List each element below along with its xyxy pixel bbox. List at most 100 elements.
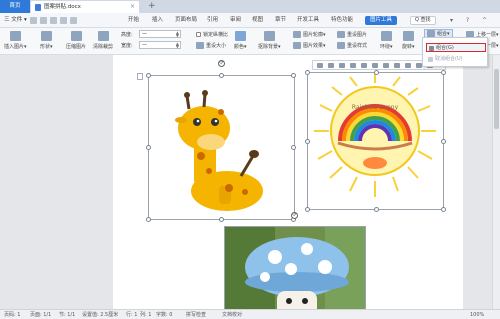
menu-bar: 三 文件 ▾ 开始 插入 页面布局 引用 审阅 视图 章节 开发工具 特色功能 … [0,13,500,28]
menu-section[interactable]: 章节 [275,13,286,28]
giraffe-image[interactable] [148,75,295,220]
color-icon[interactable] [394,63,400,68]
crop-icon [97,31,109,41]
status-word-count: 字数: 0 [156,312,173,318]
resize-handle[interactable] [441,207,446,212]
scrollbar-thumb[interactable] [494,69,499,129]
combine-item-icon [429,46,434,51]
clear-crop-button[interactable]: 清除裁剪 [93,31,113,50]
color-button[interactable]: 颜色▾ [234,31,247,50]
insert-image-icon [9,31,21,41]
help-icon[interactable]: ? [466,13,469,28]
menu-special[interactable]: 特色功能 [331,13,353,28]
resize-handle[interactable] [146,73,151,78]
status-column: 列: 1 [140,312,152,318]
document-canvas[interactable]: Rainbow Sunny ⟳ ⟳ [0,55,500,309]
resize-handle[interactable] [305,207,310,212]
combine-menu-item[interactable]: 组合(G) [426,43,486,52]
resize-handle[interactable] [441,139,446,144]
menu-image-tools[interactable]: 图片工具 [365,16,398,25]
menu-insert[interactable]: 插入 [152,13,163,28]
menu-developer[interactable]: 开发工具 [297,13,319,28]
menu-review[interactable]: 审阅 [230,13,241,28]
zoom-level[interactable]: 100% [470,310,484,319]
resize-handle[interactable] [291,73,296,78]
status-setting: 设置值: 2.5厘米 [82,312,119,318]
minimize-ribbon-icon[interactable]: ▾ [450,13,453,28]
document-tab[interactable]: 图案拼贴.docx × [31,1,139,13]
print-icon[interactable] [40,17,47,24]
resize-handle[interactable] [374,207,379,212]
reset-style-button[interactable]: 重设样式 [337,42,367,49]
remove-background-button[interactable]: 抠除背景▾ [258,31,281,50]
resize-handle[interactable] [441,70,446,75]
lock-ratio-checkbox[interactable]: 锁定纵横比 [196,31,228,38]
compress-image-button[interactable]: 压缩图片 [66,31,86,50]
reset-image-button[interactable]: 重设图片 [337,31,367,38]
insert-image-button[interactable]: 插入图片▾ [4,31,27,50]
document-icon [35,4,41,11]
menu-page-layout[interactable]: 页面布局 [175,13,197,28]
reset-size-button[interactable]: 重设大小 [196,42,226,49]
image-effects-button[interactable]: 图片效果▾ [293,42,326,49]
rotate-handle-icon[interactable]: ⟳ [291,212,298,219]
effects-icon [293,42,301,49]
undo-icon[interactable] [60,17,67,24]
status-row: 行: 1 [126,312,138,318]
spell-check-toggle[interactable]: 拼写检查 [186,310,206,319]
preview-icon[interactable] [50,17,57,24]
remove-background-icon [263,31,275,41]
document-tab-label: 图案拼贴.docx [44,4,81,10]
status-bar: 页码: 1 页面: 1/1 节: 1/1 设置值: 2.5厘米 行: 1 列: … [0,309,500,319]
new-tab-button[interactable]: + [148,0,156,13]
outline-icon[interactable] [372,63,378,68]
resize-handle[interactable] [305,70,310,75]
rotate-handle-icon[interactable]: ⟳ [218,60,225,67]
vertical-scrollbar[interactable] [492,55,500,309]
width-spinner-icon[interactable]: ▲ ▼ [176,42,179,49]
combine-icon [427,30,435,37]
resize-handle[interactable] [219,217,224,222]
combine-dropdown: 组合(G) 取消组合(U) [422,37,488,67]
ungroup-item-icon [428,57,433,62]
resize-handle[interactable] [305,139,310,144]
rainbow-sun-image[interactable]: Rainbow Sunny [307,72,444,210]
file-menu[interactable]: 三 文件 ▾ [4,13,27,28]
width-input[interactable]: — ▲ ▼ [139,41,181,49]
giraffe-picture [175,90,263,211]
resize-handle[interactable] [146,217,151,222]
rotate-button[interactable]: 旋转▾ [402,31,415,50]
resize-handle[interactable] [146,145,151,150]
resize-handle[interactable] [219,73,224,78]
proofread-button[interactable]: 文档校对 [222,310,242,319]
redo-icon[interactable] [70,17,77,24]
layout-icon[interactable] [317,63,323,68]
zoom-icon[interactable] [361,63,367,68]
effects-icon[interactable] [383,63,389,68]
height-input[interactable]: — ▲ ▼ [139,30,181,38]
ungroup-menu-item[interactable]: 取消组合(U) [426,55,486,64]
shape-button[interactable]: 形状▾ [40,31,53,50]
flip-icon[interactable] [350,63,356,68]
close-tab-icon[interactable]: × [130,1,135,13]
wrap-button[interactable]: 环绕▾ [380,31,393,50]
paragraph-marker-icon [137,73,143,80]
image-outline-button[interactable]: 图片轮廓▾ [293,31,326,38]
home-tab[interactable]: 首页 [0,0,30,13]
shape-icon [40,31,52,41]
rotate-icon[interactable] [339,63,345,68]
menu-references[interactable]: 引用 [207,13,218,28]
search-box[interactable]: Q 查找 [410,16,436,25]
height-spinner-icon[interactable]: ▲ ▼ [176,31,179,38]
crop-icon[interactable] [328,63,334,68]
wrap-icon[interactable] [405,63,411,68]
menu-start[interactable]: 开始 [128,13,139,28]
rotate-icon [402,31,414,41]
mushroom-image[interactable] [224,226,366,309]
reset-style-icon [337,42,345,49]
resize-handle[interactable] [374,70,379,75]
resize-handle[interactable] [291,145,296,150]
menu-view[interactable]: 视图 [252,13,263,28]
save-icon[interactable] [30,17,37,24]
collapse-icon[interactable]: ^ [482,13,487,28]
